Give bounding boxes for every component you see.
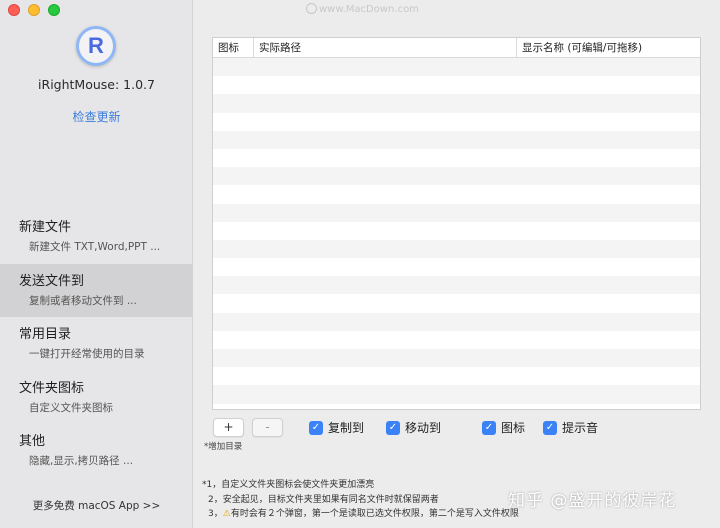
- sidebar-item-other[interactable]: 其他 隐藏,显示,拷贝路径 ...: [0, 424, 193, 478]
- table-row[interactable]: [213, 367, 700, 386]
- table-row[interactable]: [213, 221, 700, 240]
- column-header-display-name[interactable]: 显示名称 (可编辑/可拖移): [517, 38, 700, 57]
- move-to-checkbox[interactable]: ✓ 移动到: [386, 419, 441, 436]
- table-row[interactable]: [213, 312, 700, 331]
- sidebar-item-subtitle: 隐藏,显示,拷贝路径 ...: [29, 455, 134, 467]
- sidebar-item-subtitle: 一键打开经常使用的目录: [29, 348, 145, 360]
- note-2: 2，安全起见，目标文件夹里如果有同名文件时就保留两者: [208, 494, 439, 505]
- app-logo-icon: R: [76, 26, 116, 66]
- sidebar-item-title: 发送文件到: [19, 273, 85, 289]
- table-row[interactable]: [213, 385, 700, 404]
- zoom-window-button[interactable]: [48, 4, 60, 16]
- help-notes: *1，自定义文件夹图标会使文件夹更加漂亮 2，安全起见，目标文件夹里如果有同名文…: [202, 478, 519, 522]
- note-1: *1，自定义文件夹图标会使文件夹更加漂亮: [202, 480, 375, 490]
- add-directory-button[interactable]: +: [213, 418, 244, 437]
- sidebar-item-subtitle: 自定义文件夹图标: [29, 401, 113, 414]
- app-window: R iRightMouse: 1.0.7 检查更新 新建文件 新建文件 TXT,…: [0, 0, 720, 528]
- watermark: www.MacDown.com: [306, 3, 419, 15]
- table-row[interactable]: [213, 330, 700, 349]
- sidebar-item-folder-icon[interactable]: 文件夹图标 自定义文件夹图标: [0, 371, 193, 425]
- table-row[interactable]: [213, 276, 700, 295]
- table-row[interactable]: [213, 185, 700, 204]
- table-row[interactable]: [213, 294, 700, 313]
- close-window-button[interactable]: [8, 4, 20, 16]
- checkbox-label: 移动到: [405, 421, 442, 435]
- checkmark-icon: ✓: [482, 420, 496, 435]
- sidebar-item-title: 新建文件: [19, 220, 72, 235]
- table-row[interactable]: [213, 94, 700, 113]
- watermark-logo-icon: [306, 3, 317, 14]
- more-apps-link[interactable]: 更多免费 macOS App >>: [0, 498, 193, 513]
- sidebar: R iRightMouse: 1.0.7 检查更新 新建文件 新建文件 TXT,…: [0, 0, 193, 528]
- sidebar-item-subtitle: 新建文件 TXT,Word,PPT ...: [29, 241, 161, 253]
- table-row[interactable]: [213, 239, 700, 259]
- add-directory-hint: *增加目录: [204, 442, 243, 452]
- sidebar-item-title: 其他: [19, 434, 46, 449]
- sidebar-item-common-dirs[interactable]: 常用目录 一键打开经常使用的目录: [0, 317, 193, 371]
- column-header-icon[interactable]: 图标: [213, 38, 254, 57]
- app-logo-letter: R: [88, 33, 104, 58]
- sidebar-item-new-file[interactable]: 新建文件 新建文件 TXT,Word,PPT ...: [0, 210, 193, 264]
- minimize-window-button[interactable]: [28, 4, 40, 16]
- sidebar-item-send-to[interactable]: 发送文件到 复制或者移动文件到 ...: [0, 263, 193, 317]
- note-3-text: 有时会有２个弹窗，第一个是读取已选文件权限，第二个是写入文件权限: [230, 509, 519, 519]
- main-panel: www.MacDown.com 图标 实际路径 显示名称 (可编辑/可拖移) +…: [194, 0, 720, 528]
- directory-table[interactable]: 图标 实际路径 显示名称 (可编辑/可拖移): [212, 37, 701, 410]
- sidebar-item-title: 常用目录: [19, 327, 72, 342]
- checkmark-icon: ✓: [543, 420, 557, 435]
- table-body: [213, 58, 700, 409]
- window-controls: [8, 4, 60, 16]
- sidebar-item-title: 文件夹图标: [19, 380, 85, 396]
- checkbox-label: 提示音: [562, 421, 599, 435]
- column-header-path[interactable]: 实际路径: [254, 38, 517, 57]
- table-row[interactable]: [213, 130, 700, 149]
- checkmark-icon: ✓: [386, 420, 400, 435]
- overlay-watermark: 知乎 @盛开的彼岸花: [508, 491, 677, 511]
- app-name-version: iRightMouse: 1.0.7: [38, 77, 155, 92]
- table-row[interactable]: [213, 167, 700, 186]
- icon-checkbox[interactable]: ✓ 图标: [482, 419, 525, 436]
- watermark-text: www.MacDown.com: [319, 4, 419, 15]
- sidebar-item-subtitle: 复制或者移动文件到 ...: [29, 294, 137, 307]
- checkbox-label: 图标: [501, 421, 526, 435]
- checkbox-label: 复制到: [328, 421, 365, 435]
- sound-checkbox[interactable]: ✓ 提示音: [543, 419, 598, 436]
- table-row[interactable]: [213, 76, 700, 95]
- sidebar-nav: 新建文件 新建文件 TXT,Word,PPT ... 发送文件到 复制或者移动文…: [0, 210, 193, 478]
- copy-to-checkbox[interactable]: ✓ 复制到: [309, 419, 364, 436]
- table-row[interactable]: [213, 403, 700, 409]
- table-row[interactable]: [213, 349, 700, 368]
- table-header: 图标 实际路径 显示名称 (可编辑/可拖移): [213, 38, 700, 58]
- remove-directory-button[interactable]: -: [252, 418, 283, 437]
- table-row[interactable]: [213, 258, 700, 277]
- table-row[interactable]: [213, 148, 700, 168]
- checkmark-icon: ✓: [309, 420, 323, 435]
- table-row[interactable]: [213, 58, 700, 77]
- note-3-prefix: 3，: [208, 509, 223, 519]
- table-row[interactable]: [213, 203, 700, 222]
- table-row[interactable]: [213, 112, 700, 131]
- warning-icon: ⚠: [222, 509, 231, 519]
- note-3: 3，⚠有时会有２个弹窗，第一个是读取已选文件权限，第二个是写入文件权限: [202, 507, 519, 522]
- check-update-link[interactable]: 检查更新: [0, 108, 193, 125]
